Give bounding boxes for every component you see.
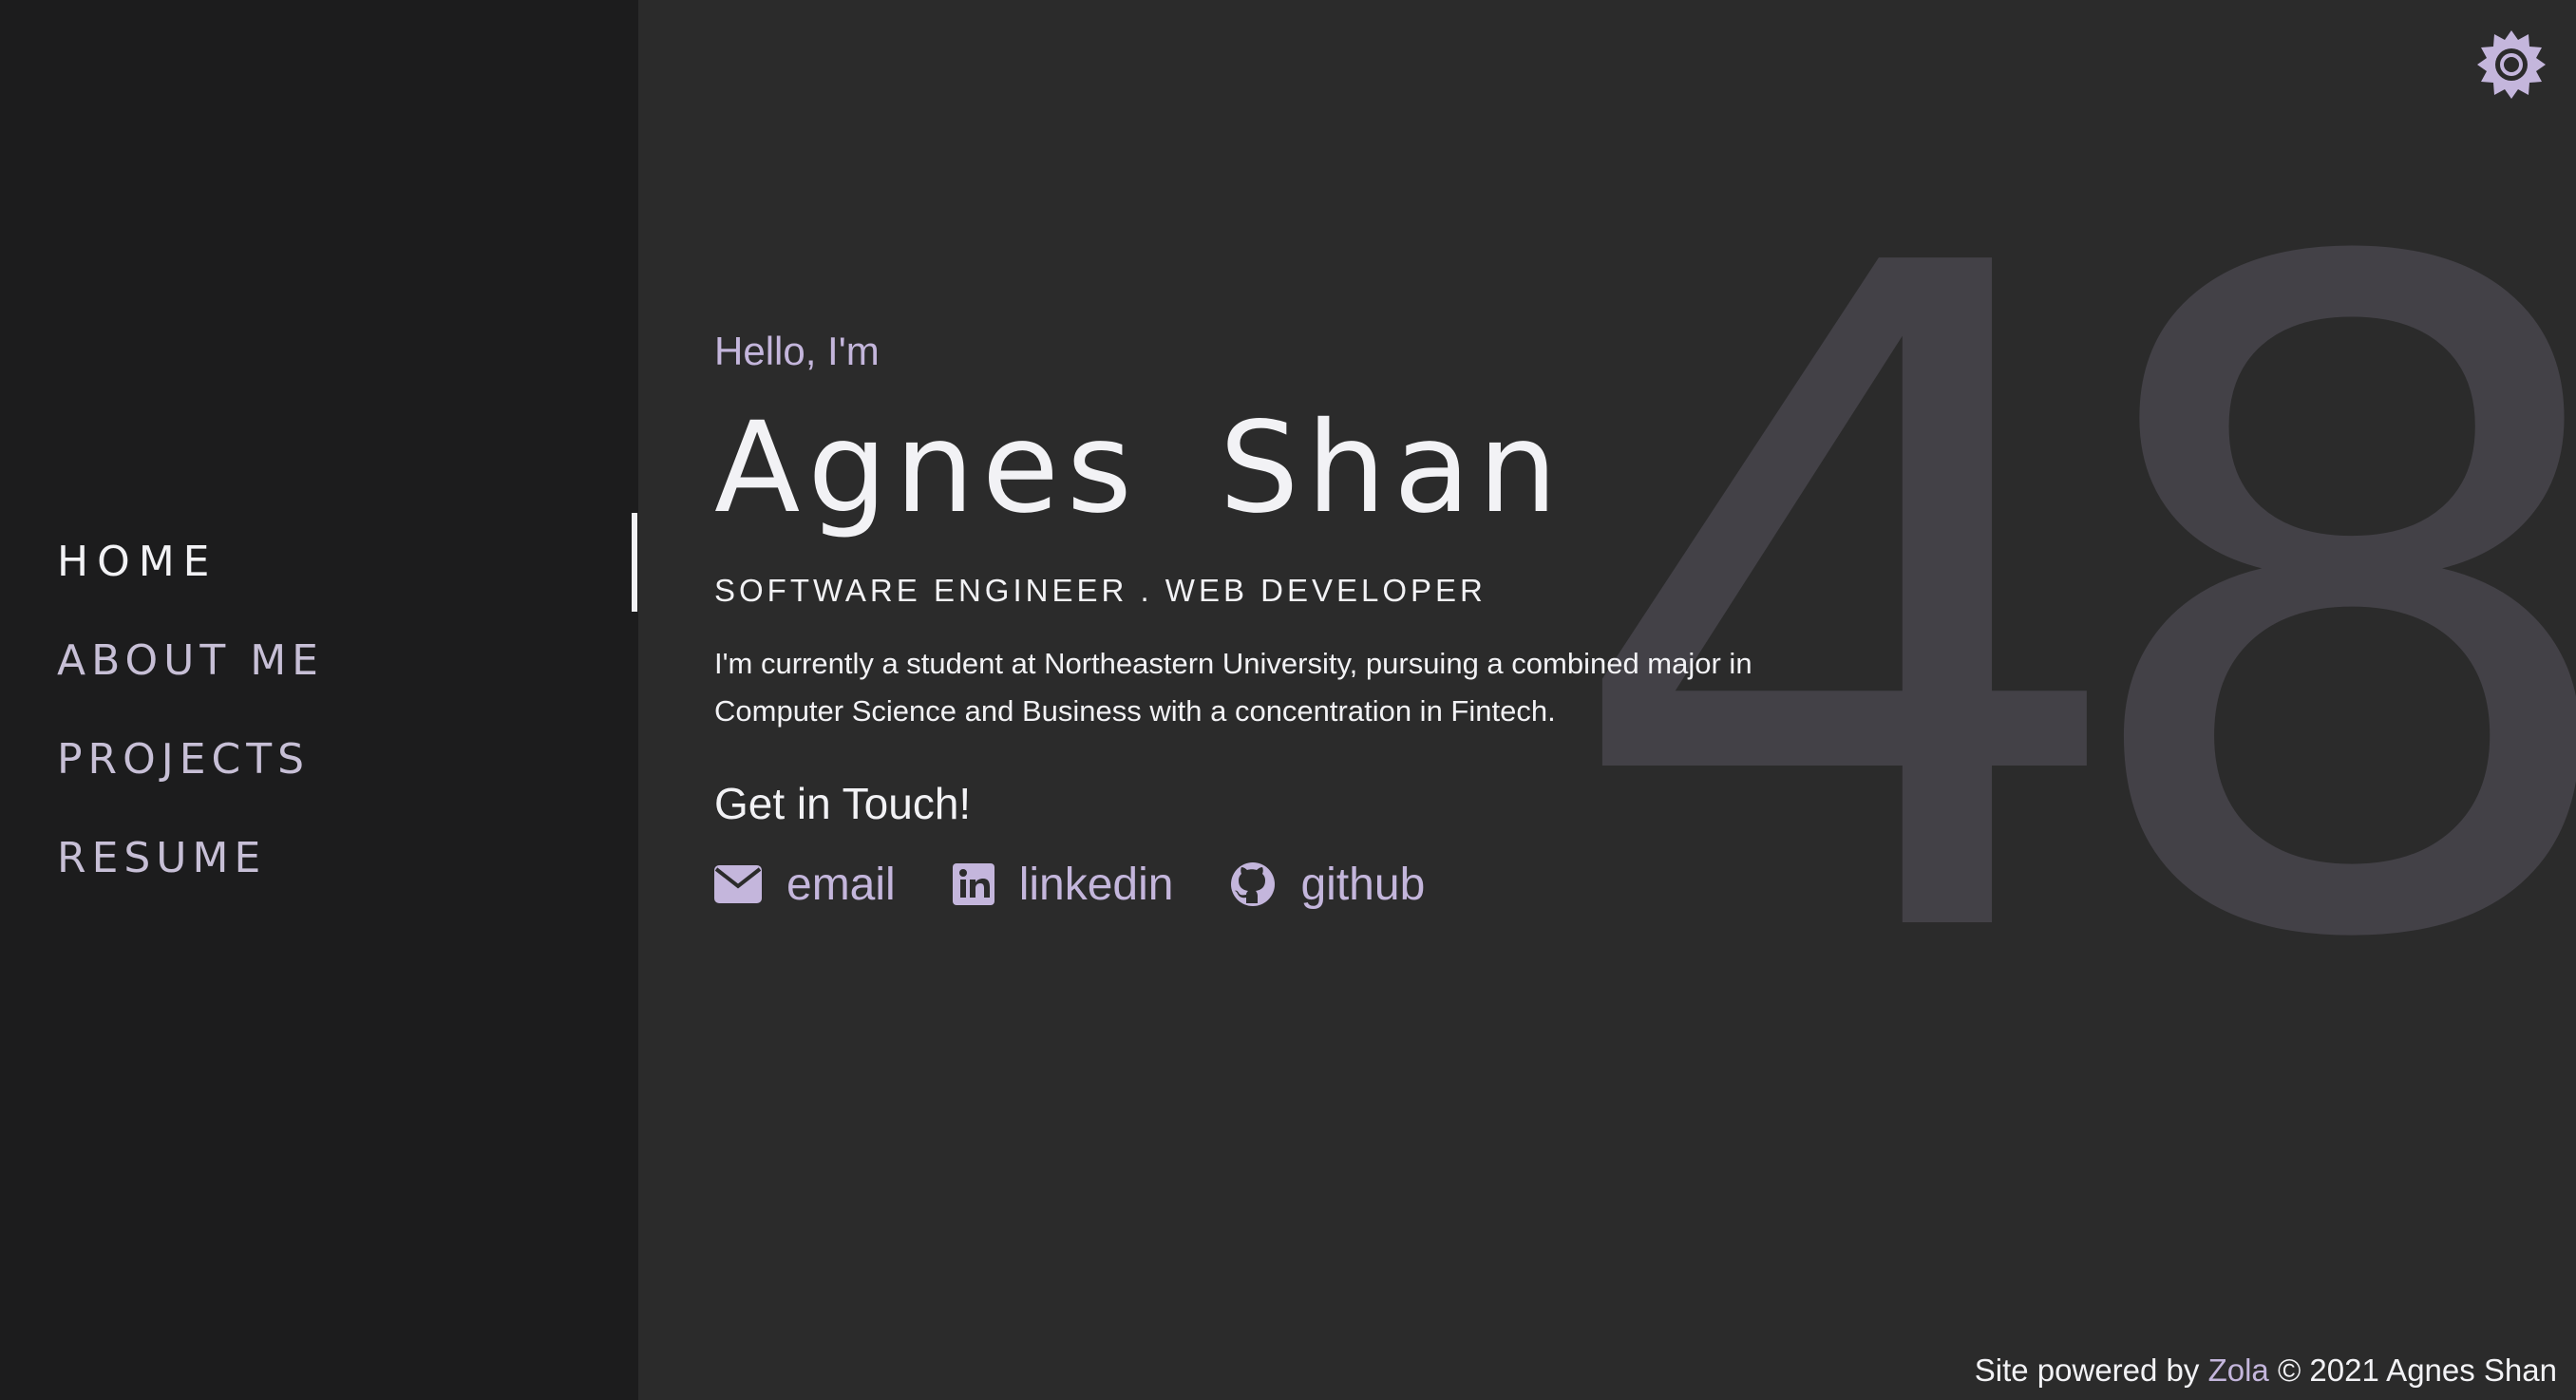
email-link-label: email [786, 859, 896, 910]
linkedin-link[interactable]: linkedin [952, 859, 1174, 911]
github-link-label: github [1300, 859, 1426, 910]
gear-icon [2477, 30, 2546, 99]
nav-item-home[interactable]: HOME [57, 527, 324, 626]
role-subtitle: SOFTWARE ENGINEER . WEB DEVELOPER [714, 573, 1487, 608]
page: HOME ABOUT ME PROJECTS RESUME 48 Hello, … [0, 0, 2576, 1400]
github-link[interactable]: github [1230, 859, 1425, 911]
footer-copyright: © 2021 Agnes Shan [2277, 1353, 2557, 1388]
nav-item-about-me[interactable]: ABOUT ME [57, 626, 324, 725]
linkedin-icon [952, 863, 994, 905]
footer-zola-link[interactable]: Zola [2208, 1353, 2269, 1388]
contact-links: email linkedin github [714, 851, 1949, 918]
theme-toggle-button[interactable] [2475, 28, 2548, 101]
hero-section: Hello, I'm Agnes Shan SOFTWARE ENGINEER … [714, 323, 1949, 918]
nav-item-projects[interactable]: PROJECTS [57, 725, 324, 823]
email-link[interactable]: email [714, 859, 896, 911]
sidebar: HOME ABOUT ME PROJECTS RESUME [0, 0, 638, 1400]
linkedin-link-label: linkedin [1018, 859, 1174, 910]
envelope-icon [714, 865, 762, 903]
nav-item-resume[interactable]: RESUME [57, 823, 324, 922]
page-title: Agnes Shan [714, 395, 1565, 541]
footer: Site powered by Zola © 2021 Agnes Shan [1975, 1353, 2557, 1389]
sidebar-nav: HOME ABOUT ME PROJECTS RESUME [57, 527, 324, 922]
active-nav-indicator [632, 513, 637, 612]
greeting-text: Hello, I'm [714, 329, 880, 373]
footer-prefix: Site powered by [1974, 1353, 2200, 1388]
contact-heading: Get in Touch! [714, 779, 972, 828]
github-icon [1230, 861, 1276, 907]
bio-text: I'm currently a student at Northeastern … [714, 647, 1752, 728]
